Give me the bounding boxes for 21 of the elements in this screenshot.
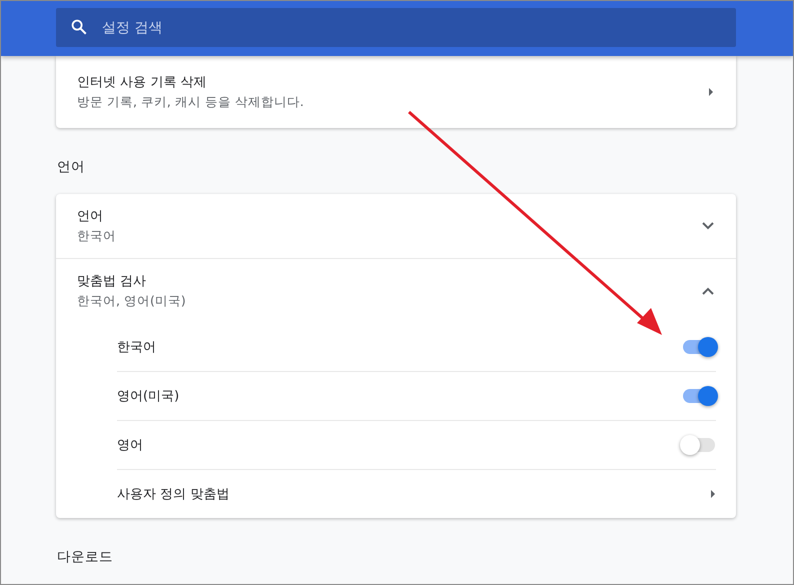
section-title: 언어 xyxy=(56,158,86,177)
setting-title: 인터넷 사용 기록 삭제 xyxy=(77,74,208,91)
setting-title: 언어 xyxy=(77,208,104,225)
toggle-switch[interactable] xyxy=(682,336,716,356)
chevron-up-icon[interactable] xyxy=(702,286,714,294)
setting-label: 사용자 정의 맞춤법 xyxy=(117,486,230,503)
setting-label: 한국어 xyxy=(117,338,156,356)
setting-subtitle: 방문 기록, 쿠키, 캐시 등을 삭제합니다. xyxy=(77,94,304,111)
search-icon xyxy=(70,18,88,36)
search-field[interactable]: 설정 검색 xyxy=(56,8,736,47)
toggle-switch[interactable] xyxy=(682,386,716,406)
setting-subtitle: 한국어 xyxy=(77,228,116,245)
caret-icon[interactable] xyxy=(710,489,716,499)
toggle-switch[interactable] xyxy=(682,435,716,455)
setting-label: 영어(미국) xyxy=(117,388,180,405)
section-title: 다운로드 xyxy=(56,548,114,567)
chevron-down-icon[interactable] xyxy=(702,222,714,230)
setting-title: 맞춤법 검사 xyxy=(77,272,148,290)
caret-icon[interactable] xyxy=(708,87,714,97)
setting-subtitle: 한국어, 영어(미국) xyxy=(77,292,186,310)
setting-label: 영어 xyxy=(117,437,143,454)
